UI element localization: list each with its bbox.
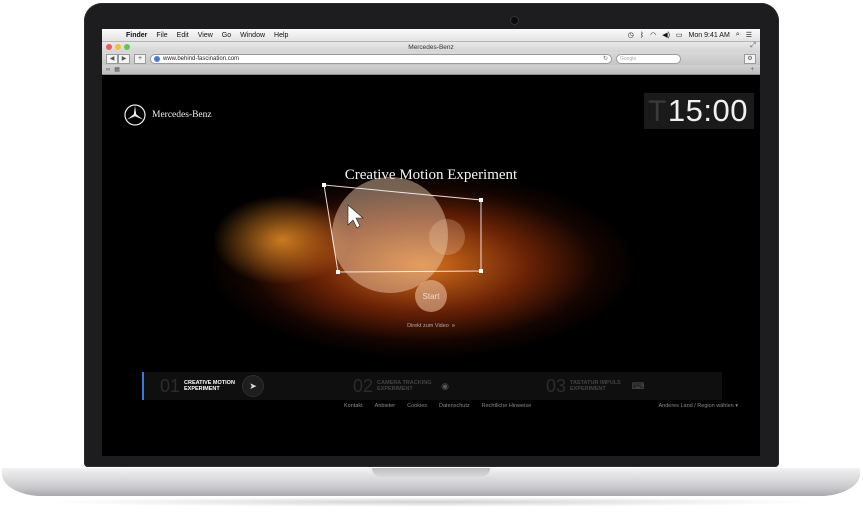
menu-go[interactable]: Go <box>222 32 231 39</box>
experiment-number: 02 <box>353 375 374 396</box>
menu-finder[interactable]: Finder <box>126 32 147 39</box>
menu-view[interactable]: View <box>198 32 213 39</box>
direct-video-label: Direkt zum Video <box>407 323 449 329</box>
frame-handle <box>336 270 340 274</box>
time-machine-icon[interactable]: ◷ <box>628 31 634 39</box>
battery-icon[interactable]: ▭ <box>676 31 683 39</box>
menu-file[interactable]: File <box>156 32 167 39</box>
nav-buttons: ◀ ▶ <box>106 53 130 64</box>
volume-icon[interactable]: ◀) <box>662 31 670 39</box>
site-footer: Kontakt Anbieter Cookies Datenschutz Rec… <box>102 403 760 413</box>
footer-link-contact[interactable]: Kontakt <box>344 403 363 409</box>
search-input[interactable]: Google <box>616 53 681 64</box>
bookmarks-bar: ∞ ▦ + <box>102 65 760 75</box>
laptop-shadow <box>40 497 823 507</box>
experiment-number: 01 <box>160 375 181 396</box>
experiment-label: CREATIVE MOTION EXPERIMENT <box>184 379 235 393</box>
experiment-label: CAMERA TRACKING EXPERIMENT <box>377 379 432 393</box>
country-select-label: Anderes Land / Region wählen <box>658 403 734 409</box>
reading-list-icon[interactable]: ∞ <box>106 67 110 73</box>
zoom-window-button[interactable] <box>124 44 130 50</box>
website: Mercedes-Benz T 15:00 Creative Motion Ex… <box>102 75 760 456</box>
menubar-clock[interactable]: Mon 9:41 AM <box>689 32 730 39</box>
browser-toolbar: ◀ ▶ + www.behind-fascination.com ↻ Googl… <box>102 52 760 65</box>
list-icon[interactable]: ☰ <box>746 31 752 39</box>
browser-titlebar: Mercedes-Benz ⤢ <box>102 42 760 52</box>
footer-link-provider[interactable]: Anbieter <box>375 403 396 409</box>
new-tab-button[interactable]: + <box>750 67 754 73</box>
wifi-icon[interactable]: ◠ <box>650 31 656 39</box>
country-select[interactable]: Anderes Land / Region wählen ▾ <box>658 403 738 409</box>
address-bar[interactable]: www.behind-fascination.com ↻ <box>150 53 612 64</box>
mac-menubar: Finder File Edit View Go Window Help ◷ ᛒ… <box>102 29 760 42</box>
close-window-button[interactable] <box>106 44 112 50</box>
experiment-nav: 01 CREATIVE MOTION EXPERIMENT ➤ 02 CAMER… <box>142 372 722 400</box>
experiment-number: 03 <box>546 375 567 396</box>
start-button[interactable]: Start <box>415 280 447 312</box>
footer-links: Kontakt Anbieter Cookies Datenschutz Rec… <box>344 403 531 409</box>
footer-link-cookies[interactable]: Cookies <box>407 403 427 409</box>
bluetooth-icon[interactable]: ᛒ <box>640 32 644 39</box>
footer-link-privacy[interactable]: Datenschutz <box>439 403 470 409</box>
menu-edit[interactable]: Edit <box>177 32 189 39</box>
direct-video-link[interactable]: Direkt zum Video» <box>102 323 760 329</box>
experiment-tab-3[interactable]: 03 TASTATUR IMPULS EXPERIMENT ⌨ <box>528 372 721 400</box>
keyboard-icon: ⌨ <box>631 380 645 391</box>
window-title: Mercedes-Benz <box>408 43 454 51</box>
menu-help[interactable]: Help <box>274 32 288 39</box>
fullscreen-icon[interactable]: ⤢ <box>750 42 756 50</box>
experiment-label: TASTATUR IMPULS EXPERIMENT <box>570 379 621 393</box>
screen: Finder File Edit View Go Window Help ◷ ᛒ… <box>102 29 760 456</box>
menubar-status: ◷ ᛒ ◠ ◀) ▭ Mon 9:41 AM ⌕ ☰ <box>628 31 752 39</box>
add-bookmark-button[interactable]: + <box>134 53 146 64</box>
webcam-icon: ◉ <box>441 380 449 391</box>
footer-link-legal[interactable]: Rechtliche Hinweise <box>482 403 532 409</box>
cursor-icon: ➤ <box>242 375 264 397</box>
experiment-tab-1[interactable]: 01 CREATIVE MOTION EXPERIMENT ➤ <box>142 372 335 400</box>
back-button[interactable]: ◀ <box>106 53 118 64</box>
top-sites-icon[interactable]: ▦ <box>114 66 120 73</box>
menu-window[interactable]: Window <box>240 32 265 39</box>
double-chevron-icon: » <box>451 323 455 329</box>
globe-icon <box>154 55 160 62</box>
gear-icon[interactable]: ⚙ <box>744 53 756 64</box>
laptop-notch <box>372 468 490 477</box>
motion-blob-small <box>429 219 465 255</box>
forward-button[interactable]: ▶ <box>118 53 130 64</box>
frame-handle <box>479 269 483 273</box>
experiment-tab-2[interactable]: 02 CAMERA TRACKING EXPERIMENT ◉ <box>335 372 528 400</box>
window-controls <box>106 44 130 50</box>
spotlight-icon[interactable]: ⌕ <box>736 31 740 39</box>
camera-icon <box>511 17 518 24</box>
minimize-window-button[interactable] <box>115 44 121 50</box>
reload-icon[interactable]: ↻ <box>603 55 608 62</box>
url-text: www.behind-fascination.com <box>163 55 240 62</box>
frame-handle <box>479 198 483 202</box>
frame-handle <box>322 183 326 187</box>
